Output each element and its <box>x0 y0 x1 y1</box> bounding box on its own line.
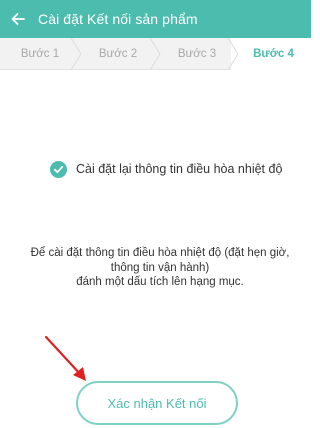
step-4-active: Bước 4 <box>253 48 294 60</box>
app-bar: Cài đặt Kết nối sản phẩm <box>0 0 311 38</box>
reset-ac-info-label: Cài đặt lại thông tin điều hòa nhiệt độ <box>76 162 283 176</box>
red-arrow-annotation-icon <box>44 335 86 381</box>
step-indicator: Bước 1 Bước 2 Bước 3 Bước 4 <box>0 38 311 70</box>
step-2: Bước 2 <box>98 48 138 60</box>
confirm-connection-button[interactable]: Xác nhận Kết nối <box>76 381 238 425</box>
instruction-text: Để cài đặt thông tin điều hòa nhiệt độ (… <box>14 246 306 290</box>
reset-ac-info-option[interactable]: Cài đặt lại thông tin điều hòa nhiệt độ <box>50 159 282 179</box>
instruction-line-2: thông tin vận hành) <box>110 261 210 274</box>
instruction-line-1: Để cài đặt thông tin điều hòa nhiệt độ (… <box>30 247 290 259</box>
back-button[interactable] <box>0 0 36 38</box>
step-1: Bước 1 <box>20 48 60 60</box>
instruction-line-3: đánh một dấu tích lên hạng mục. <box>76 276 244 288</box>
checkmark-icon <box>53 165 64 173</box>
back-arrow-icon <box>11 13 25 25</box>
step-3: Bước 3 <box>177 48 217 60</box>
page-title: Cài đặt Kết nối sản phẩm <box>38 11 198 27</box>
check-circle-icon[interactable] <box>50 160 67 178</box>
